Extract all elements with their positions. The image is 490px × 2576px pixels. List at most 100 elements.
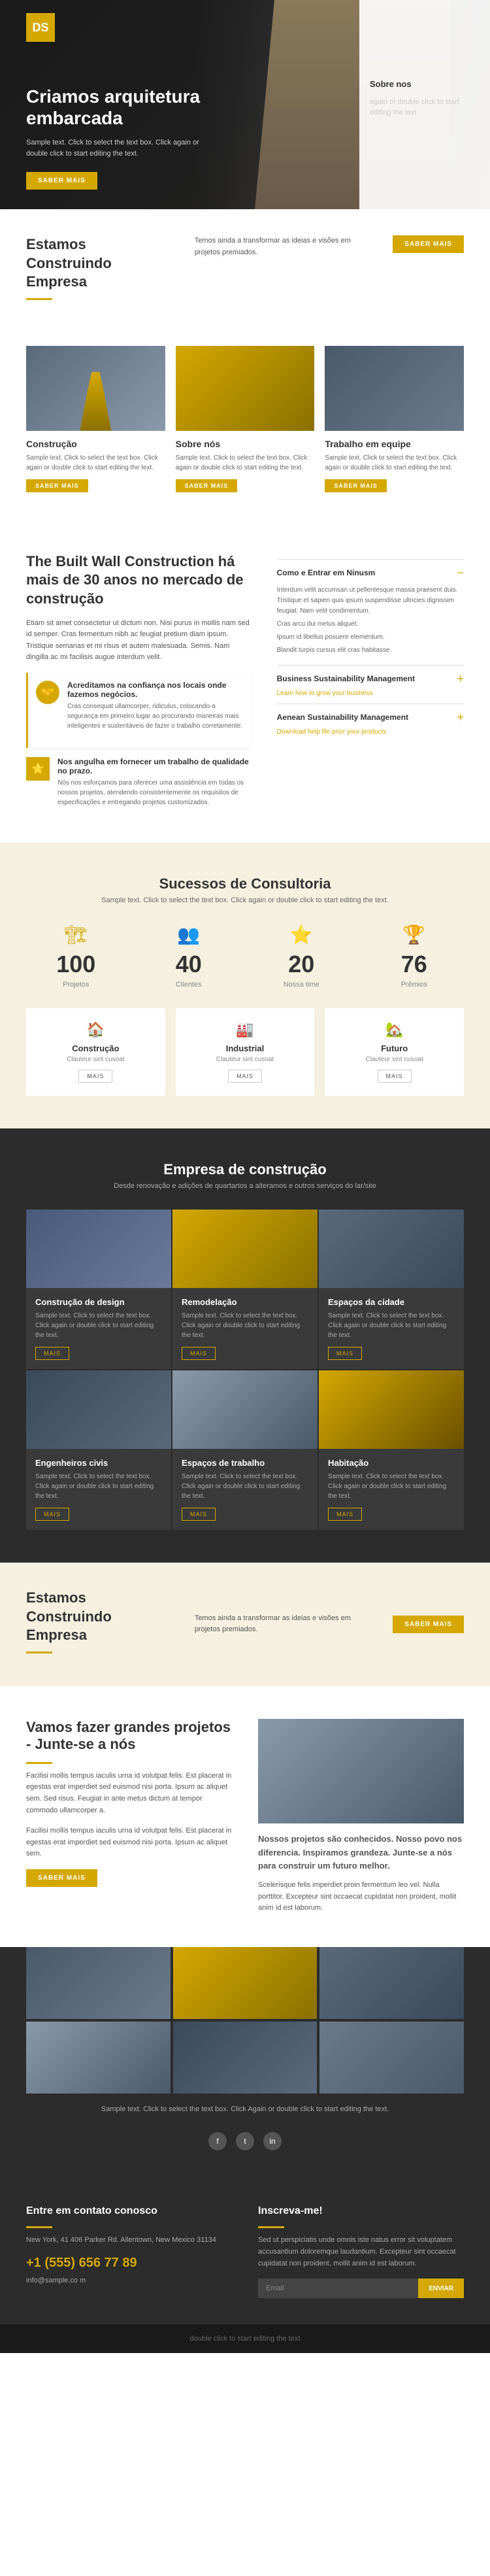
newsletter-submit-button[interactable]: ENVIAR bbox=[418, 2279, 464, 2298]
footer-newsletter-title: Inscreva-me! bbox=[258, 2205, 464, 2217]
stats-subtitle: Sample text. Click to select the text bo… bbox=[26, 896, 464, 904]
stats-section: Sucessos de Consultoria Sample text. Cli… bbox=[0, 843, 490, 1128]
empresa-card-title-6: Habitação bbox=[328, 1458, 455, 1468]
accordion-content-1: Interdum velit accumsan ut pellentesque … bbox=[277, 585, 464, 656]
card-trabalho: Trabalho em equipe Sample text. Click to… bbox=[325, 346, 464, 500]
footer-phone[interactable]: +1 (555) 656 77 89 bbox=[26, 2256, 232, 2271]
hero-section: DS Criamos arquitetura embarcada Sample … bbox=[0, 0, 490, 209]
stat-label-projetos: Projetos bbox=[26, 981, 126, 989]
vamos-right-text: Scelerisque felis imperdiet proin fermen… bbox=[258, 1880, 464, 1914]
stat-label-clientes: Clientes bbox=[139, 981, 239, 989]
empresa-section: Empresa de construção Desde renovação e … bbox=[0, 1128, 490, 1563]
accordion-header-2[interactable]: Business Sustainability Management + bbox=[277, 672, 464, 686]
footer-email[interactable]: info@sample.co m bbox=[26, 2277, 86, 2284]
accordion-link-2[interactable]: Learn how to grow your business bbox=[277, 690, 464, 697]
empresa-card-image-5 bbox=[172, 1370, 318, 1449]
stat-number-clientes: 40 bbox=[139, 951, 239, 978]
empresa-card-text-1: Sample text. Click to select the text bo… bbox=[35, 1311, 162, 1340]
empresa-card-cta-2[interactable]: MAIS bbox=[182, 1347, 216, 1360]
twitter-icon[interactable]: t bbox=[236, 2132, 254, 2150]
card-text-1: Sample text. Click to select the text bo… bbox=[26, 453, 165, 473]
vamos-cta-button[interactable]: SABER MAIS bbox=[26, 1869, 97, 1887]
vamos-right: Nossos projetos são conhecidos. Nosso po… bbox=[258, 1719, 464, 1914]
card-cta-2[interactable]: SABER MAIS bbox=[176, 479, 238, 492]
hero-description: Sample text. Click to select the text bo… bbox=[26, 137, 209, 159]
accordion-toggle-3[interactable]: + bbox=[457, 711, 464, 724]
empresa-card-title-4: Engenheiros civis bbox=[35, 1458, 162, 1468]
empresa-title: Empresa de construção bbox=[26, 1161, 464, 1178]
yellow-divider-footer bbox=[26, 2226, 52, 2228]
empresa-card-text-6: Sample text. Click to select the text bo… bbox=[328, 1472, 455, 1501]
hero-logo: DS bbox=[26, 13, 55, 42]
stat-label-premios: Prêmios bbox=[365, 981, 465, 989]
accordion-header-1[interactable]: Como e Entrar em Ninusm − bbox=[277, 566, 464, 580]
accordion-section: Como e Entrar em Ninusm − Interdum velit… bbox=[277, 552, 464, 742]
accordion-toggle-1[interactable]: − bbox=[457, 566, 464, 580]
quality-body: Nós nos esforçamos para oferecer uma ass… bbox=[57, 778, 251, 807]
service-cta-futuro[interactable]: MAIS bbox=[378, 1070, 412, 1083]
hero-cta-button[interactable]: SABER MAIS bbox=[26, 172, 97, 190]
card-title-2: Sobre nós bbox=[176, 439, 315, 449]
built-wall-section: The Built Wall Construction há mais de 3… bbox=[0, 526, 490, 843]
worker-silhouette-1 bbox=[76, 372, 115, 431]
stat-clientes: 👥 40 Clientes bbox=[139, 924, 239, 989]
hero-content: Criamos arquitetura embarcada Sample tex… bbox=[26, 86, 248, 190]
card-body-3: Trabalho em equipe Sample text. Click to… bbox=[325, 431, 464, 500]
empresa-card-4: Engenheiros civis Sample text. Click to … bbox=[26, 1370, 171, 1530]
empresa-card-title-1: Construção de design bbox=[35, 1297, 162, 1307]
card-body-1: Construção Sample text. Click to select … bbox=[26, 431, 165, 500]
empresa-card-cta-4[interactable]: MAIS bbox=[35, 1508, 69, 1521]
accordion-toggle-2[interactable]: + bbox=[457, 672, 464, 686]
facebook-icon[interactable]: f bbox=[208, 2132, 227, 2150]
gallery-item-5 bbox=[173, 2022, 318, 2093]
empresa-card-cta-1[interactable]: MAIS bbox=[35, 1347, 69, 1360]
vamos-right-title: Nossos projetos são conhecidos. Nosso po… bbox=[258, 1833, 464, 1873]
construindo-text: Temos ainda a transformar as ideias e vi… bbox=[195, 235, 373, 258]
empresa-card-text-5: Sample text. Click to select the text bo… bbox=[182, 1472, 308, 1501]
gallery-grid bbox=[0, 1947, 490, 2093]
card-cta-3[interactable]: SABER MAIS bbox=[325, 479, 387, 492]
newsletter-email-input[interactable] bbox=[258, 2279, 418, 2298]
yellow-divider-3 bbox=[26, 1762, 52, 1764]
stat-icon-clientes: 👥 bbox=[139, 924, 239, 945]
gallery-item-1 bbox=[26, 1947, 171, 2019]
empresa-card-cta-6[interactable]: MAIS bbox=[328, 1508, 362, 1521]
vamos-section: Vamos fazer grandes projetos - Junte-se … bbox=[0, 1686, 490, 1947]
construindo2-title: Estamos Construindo Empresa bbox=[26, 1589, 175, 1645]
empresa-card-cta-5[interactable]: MAIS bbox=[182, 1508, 216, 1521]
empresa-card-image-4 bbox=[26, 1370, 171, 1449]
empresa-grid: Construção de design Sample text. Click … bbox=[26, 1210, 464, 1530]
accordion-header-3[interactable]: Aenean Sustainability Management + bbox=[277, 711, 464, 724]
stats-title: Sucessos de Consultoria bbox=[26, 875, 464, 892]
accordion-link-3[interactable]: Download help file prior your products bbox=[277, 728, 464, 736]
construindo2-cta-button[interactable]: SABER MAIS bbox=[393, 1616, 464, 1633]
vamos-title: Vamos fazer grandes projetos - Junte-se … bbox=[26, 1719, 232, 1753]
gallery-item-2 bbox=[173, 1947, 318, 2019]
footer-address: New York, 41 406 Parker Rd. Allentown, N… bbox=[26, 2235, 232, 2246]
service-title-industrial: Industrial bbox=[182, 1043, 308, 1053]
construindo-left: Estamos Construindo Empresa bbox=[26, 235, 175, 307]
gallery-item-4 bbox=[26, 2022, 171, 2093]
instagram-icon[interactable]: in bbox=[263, 2132, 282, 2150]
empresa-card-cta-3[interactable]: MAIS bbox=[328, 1347, 362, 1360]
card-text-2: Sample text. Click to select the text bo… bbox=[176, 453, 315, 473]
stat-icon-time: ⭐ bbox=[252, 924, 351, 945]
construindo-right: SABER MAIS bbox=[393, 235, 464, 253]
empresa-card-3: Espaços da cidade Sample text. Click to … bbox=[319, 1210, 464, 1369]
construindo-cta-button[interactable]: SABER MAIS bbox=[393, 235, 464, 253]
empresa-card-text-2: Sample text. Click to select the text bo… bbox=[182, 1311, 308, 1340]
empresa-card-2: Remodelação Sample text. Click to select… bbox=[172, 1210, 318, 1369]
trust-title: Acreditamos na confiança nos locais onde… bbox=[67, 681, 243, 699]
card-cta-1[interactable]: SABER MAIS bbox=[26, 479, 88, 492]
empresa-card-title-3: Espaços da cidade bbox=[328, 1297, 455, 1307]
construindo-title: Estamos Construindo Empresa bbox=[26, 235, 175, 292]
card-construcao: Construção Sample text. Click to select … bbox=[26, 346, 165, 500]
services-grid: 🏠 Construção Clauteur sint cusoat MAIS 🏭… bbox=[26, 1008, 464, 1096]
service-cta-construcao[interactable]: MAIS bbox=[78, 1070, 112, 1083]
stat-time: ⭐ 20 Nossa time bbox=[252, 924, 351, 989]
service-cta-industrial[interactable]: MAIS bbox=[228, 1070, 262, 1083]
stat-number-projetos: 100 bbox=[26, 951, 126, 978]
cards-section: Construção Sample text. Click to select … bbox=[0, 333, 490, 526]
card-text-3: Sample text. Click to select the text bo… bbox=[325, 453, 464, 473]
accordion-title-3: Aenean Sustainability Management bbox=[277, 713, 408, 722]
